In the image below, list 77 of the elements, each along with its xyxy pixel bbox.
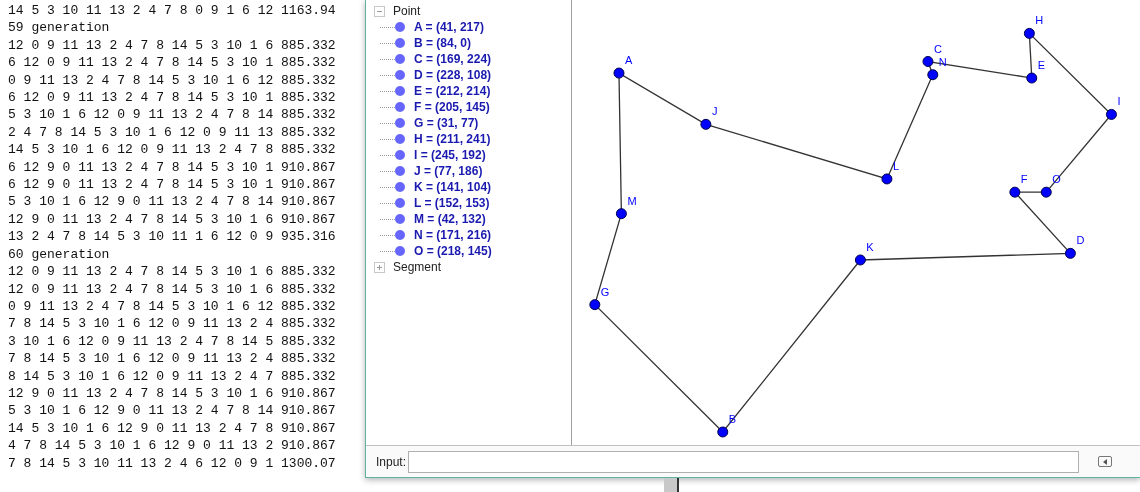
point-marker[interactable] — [1064, 247, 1076, 259]
point-definition[interactable]: B = (84, 0) — [414, 34, 472, 52]
point-definition[interactable]: F = (205, 145) — [414, 98, 490, 116]
console-line: 59 generation — [8, 19, 110, 37]
point-marker[interactable] — [1023, 27, 1035, 39]
console-line: 6 12 9 0 11 13 2 4 7 8 14 5 3 10 1 910.867 — [8, 158, 336, 177]
console-line: 13 2 4 7 8 14 5 3 10 11 1 6 12 0 9 935.316 — [8, 228, 336, 246]
point-marker[interactable] — [1026, 72, 1038, 84]
point-label: H — [1035, 14, 1044, 27]
point-marker[interactable] — [1009, 186, 1021, 198]
point-definition[interactable]: D = (228, 108) — [414, 66, 492, 84]
console-line: 6 12 0 9 11 13 2 4 7 8 14 5 3 10 1 885.332 — [8, 54, 336, 72]
point-marker[interactable] — [717, 426, 729, 438]
point-definition[interactable]: J = (77, 186) — [414, 162, 483, 180]
point-label: I — [1117, 95, 1121, 108]
console-line: 7 8 14 5 3 10 11 13 2 4 6 12 0 9 1 1300.07 — [8, 454, 336, 472]
point-definition[interactable]: H = (211, 241) — [414, 130, 491, 148]
console-line: 7 8 14 5 3 10 1 6 12 0 9 11 13 2 4 885.332 — [8, 350, 336, 368]
console-line: 12 9 0 11 13 2 4 7 8 14 5 3 10 1 6 910.867 — [8, 384, 336, 403]
point-label: L — [892, 159, 900, 172]
console-line: 12 9 0 11 13 2 4 7 8 14 5 3 10 1 6 910.867 — [8, 210, 336, 229]
point-label: K — [866, 241, 874, 253]
point-definition[interactable]: E = (212, 214) — [414, 82, 491, 100]
console-line: 12 0 9 11 13 2 4 7 8 14 5 3 10 1 6 885.332 — [8, 280, 336, 298]
console-line: 3 10 1 6 12 0 9 11 13 2 4 7 8 14 5 885.332 — [8, 332, 336, 351]
point-definition[interactable]: L = (152, 153) — [414, 194, 490, 212]
point-definition[interactable]: N = (171, 216) — [414, 226, 492, 244]
point-marker[interactable] — [922, 56, 934, 67]
point-marker[interactable] — [700, 118, 712, 130]
point-label: G — [600, 285, 610, 298]
console-line: 4 7 8 14 5 3 10 1 6 12 9 0 11 13 2 910.867 — [8, 437, 336, 455]
point-label: J — [711, 105, 718, 118]
console-line: 8 14 5 3 10 1 6 12 0 9 11 13 2 4 7 885.332 — [8, 367, 336, 385]
console-line: 5 3 10 1 6 12 9 0 11 13 2 4 7 8 14 910.867 — [8, 193, 336, 211]
point-label: M — [627, 194, 637, 207]
console-line: 0 9 11 13 2 4 7 8 14 5 3 10 1 6 12 885.332 — [8, 297, 336, 316]
console-line: 2 4 7 8 14 5 3 10 1 6 12 0 9 11 13 885.332 — [8, 123, 336, 142]
point-label: C — [933, 42, 942, 55]
point-label: F — [1020, 173, 1028, 186]
console-line: 6 12 9 0 11 13 2 4 7 8 14 5 3 10 1 910.867 — [8, 176, 336, 194]
point-marker[interactable] — [927, 69, 939, 81]
console-line: 7 8 14 5 3 10 1 6 12 0 9 11 13 2 4 885.332 — [8, 315, 336, 333]
point-marker[interactable] — [615, 208, 627, 220]
point-label: D — [1076, 234, 1085, 247]
category-label[interactable]: Point — [393, 2, 421, 20]
point-definition[interactable]: A = (41, 217) — [414, 18, 484, 36]
collapse-icon[interactable] — [374, 5, 385, 17]
point-marker[interactable] — [854, 254, 866, 266]
input-label: Input: — [376, 453, 407, 471]
console-line: 14 5 3 10 1 6 12 9 0 11 13 2 4 7 8 910.867 — [8, 419, 336, 438]
expand-icon[interactable] — [374, 261, 385, 273]
point-definition[interactable]: M = (42, 132) — [414, 210, 486, 228]
console-line: 6 12 0 9 11 13 2 4 7 8 14 5 3 10 1 885.332 — [8, 89, 336, 107]
point-label: E — [1037, 59, 1046, 72]
console-line: 0 9 11 13 2 4 7 8 14 5 3 10 1 6 12 885.332 — [8, 71, 336, 90]
console-line: 5 3 10 1 6 12 0 9 11 13 2 4 7 8 14 885.332 — [8, 106, 336, 124]
console-line: 12 0 9 11 13 2 4 7 8 14 5 3 10 1 6 885.332 — [8, 263, 336, 281]
category-label[interactable]: Segment — [393, 258, 442, 276]
point-marker[interactable] — [589, 299, 601, 311]
console-line: 14 5 3 10 1 6 12 0 9 11 13 2 4 7 8 885.332 — [8, 141, 336, 159]
scrollbar-thumb[interactable] — [664, 478, 679, 492]
point-marker[interactable] — [881, 173, 893, 185]
point-marker[interactable] — [1040, 186, 1052, 198]
console-line: 12 0 9 11 13 2 4 7 8 14 5 3 10 1 6 885.332 — [8, 36, 336, 55]
keyboard-toggle-icon[interactable] — [1098, 456, 1113, 467]
point-definition[interactable]: G = (31, 77) — [414, 114, 479, 132]
console-line: 14 5 3 10 11 13 2 4 7 8 0 9 1 6 12 1163.94 — [8, 2, 336, 20]
point-definition[interactable]: O = (218, 145) — [414, 242, 492, 260]
input-field[interactable] — [408, 450, 1080, 473]
console-line: 5 3 10 1 6 12 9 0 11 13 2 4 7 8 14 910.867 — [8, 402, 336, 420]
point-marker[interactable] — [1105, 108, 1117, 120]
point-definition[interactable]: K = (141, 104) — [414, 178, 492, 196]
point-label: A — [624, 54, 633, 67]
point-definition[interactable]: I = (245, 192) — [414, 146, 486, 164]
point-marker[interactable] — [613, 67, 625, 79]
console-line: 60 generation — [8, 245, 110, 264]
point-definition[interactable]: C = (169, 224) — [414, 50, 492, 68]
